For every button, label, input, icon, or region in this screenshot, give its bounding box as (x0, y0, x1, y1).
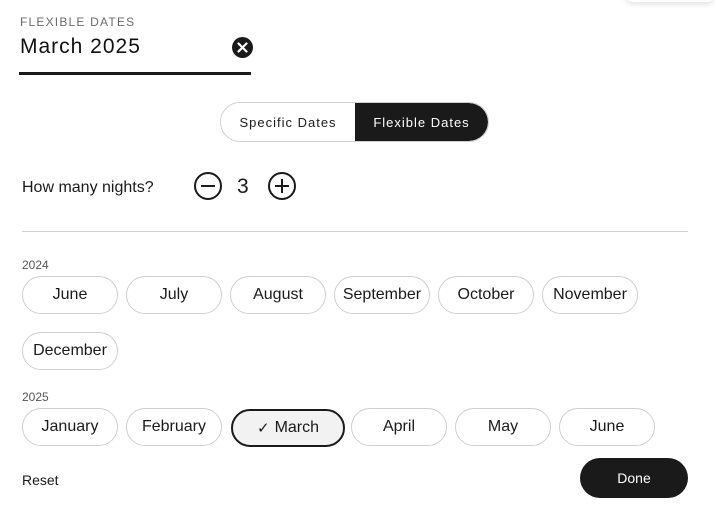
date-mode-toggle: Specific Dates Flexible Dates (220, 102, 489, 142)
month-chip-january-2025[interactable]: January (22, 408, 118, 446)
header-shadow (625, 0, 715, 2)
divider (22, 231, 688, 232)
check-icon: ✓ (256, 420, 270, 437)
close-icon (237, 42, 248, 53)
minus-icon (201, 185, 215, 187)
month-chip-october-2024[interactable]: October (438, 276, 534, 314)
specific-dates-tab[interactable]: Specific Dates (221, 103, 355, 141)
month-chip-september-2024[interactable]: September (334, 276, 430, 314)
month-chip-june-2024[interactable]: June (22, 276, 118, 314)
date-field-value[interactable]: March 2025 (20, 35, 141, 59)
field-underline (19, 72, 251, 75)
year-label-2024: 2024 (22, 258, 49, 272)
flexible-dates-tab[interactable]: Flexible Dates (355, 103, 488, 141)
month-chip-march-2025[interactable]: ✓ March (231, 409, 345, 447)
clear-button[interactable] (232, 37, 253, 58)
decrease-nights-button[interactable] (194, 172, 222, 200)
month-chip-may-2025[interactable]: May (455, 408, 551, 446)
done-button[interactable]: Done (580, 458, 688, 498)
increase-nights-button[interactable] (268, 172, 296, 200)
reset-button[interactable]: Reset (22, 472, 59, 488)
month-chip-april-2025[interactable]: April (351, 408, 447, 446)
month-chip-february-2025[interactable]: February (126, 408, 222, 446)
month-chip-december-2024[interactable]: December (22, 332, 118, 370)
month-chip-july-2024[interactable]: July (126, 276, 222, 314)
month-chip-august-2024[interactable]: August (230, 276, 326, 314)
month-chip-june-2025[interactable]: June (559, 408, 655, 446)
year-label-2025: 2025 (22, 390, 49, 404)
nights-label: How many nights? (22, 179, 154, 196)
field-label: FLEXIBLE DATES (20, 15, 136, 29)
month-chip-label: March (274, 419, 320, 436)
month-chip-november-2024[interactable]: November (542, 276, 638, 314)
nights-value: 3 (237, 175, 249, 198)
